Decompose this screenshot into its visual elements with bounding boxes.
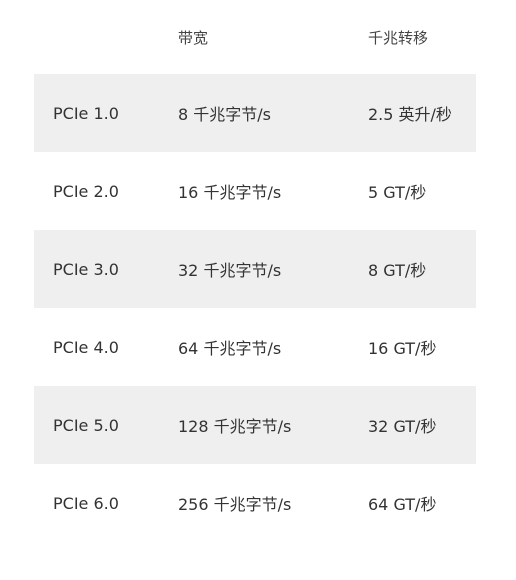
table-row: PCIe 5.0 128 千兆字节/s 32 GT/秒 (34, 386, 476, 464)
pcie-comparison-table: 带宽 千兆转移 PCIe 1.0 8 千兆字节/s 2.5 英升/秒 PCIe … (34, 0, 476, 542)
cell-transfer-rate: 5 GT/秒 (368, 183, 427, 202)
cell-generation: PCIe 6.0 (53, 493, 119, 513)
cell-generation: PCIe 5.0 (53, 415, 119, 435)
cell-bandwidth: 32 千兆字节/s (178, 261, 282, 280)
cell-transfer-rate: 16 GT/秒 (368, 339, 437, 358)
cell-transfer-rate: 8 GT/秒 (368, 261, 427, 280)
cell-bandwidth: 16 千兆字节/s (178, 183, 282, 202)
cell-generation: PCIe 3.0 (53, 259, 119, 279)
cell-bandwidth: 256 千兆字节/s (178, 495, 292, 514)
header-transfer-rate: 千兆转移 (368, 28, 429, 47)
table-row: PCIe 1.0 8 千兆字节/s 2.5 英升/秒 (34, 74, 476, 152)
cell-generation: PCIe 1.0 (53, 103, 119, 123)
cell-bandwidth: 64 千兆字节/s (178, 339, 282, 358)
table-header-row: 带宽 千兆转移 (34, 0, 476, 74)
cell-transfer-rate: 2.5 英升/秒 (368, 105, 452, 124)
cell-transfer-rate: 32 GT/秒 (368, 417, 437, 436)
table-row: PCIe 3.0 32 千兆字节/s 8 GT/秒 (34, 230, 476, 308)
cell-bandwidth: 8 千兆字节/s (178, 105, 271, 124)
table-row: PCIe 2.0 16 千兆字节/s 5 GT/秒 (34, 152, 476, 230)
cell-bandwidth: 128 千兆字节/s (178, 417, 292, 436)
cell-generation: PCIe 4.0 (53, 337, 119, 357)
cell-generation: PCIe 2.0 (53, 181, 119, 201)
header-bandwidth: 带宽 (178, 28, 209, 47)
table-row: PCIe 4.0 64 千兆字节/s 16 GT/秒 (34, 308, 476, 386)
table-row: PCIe 6.0 256 千兆字节/s 64 GT/秒 (34, 464, 476, 542)
cell-transfer-rate: 64 GT/秒 (368, 495, 437, 514)
